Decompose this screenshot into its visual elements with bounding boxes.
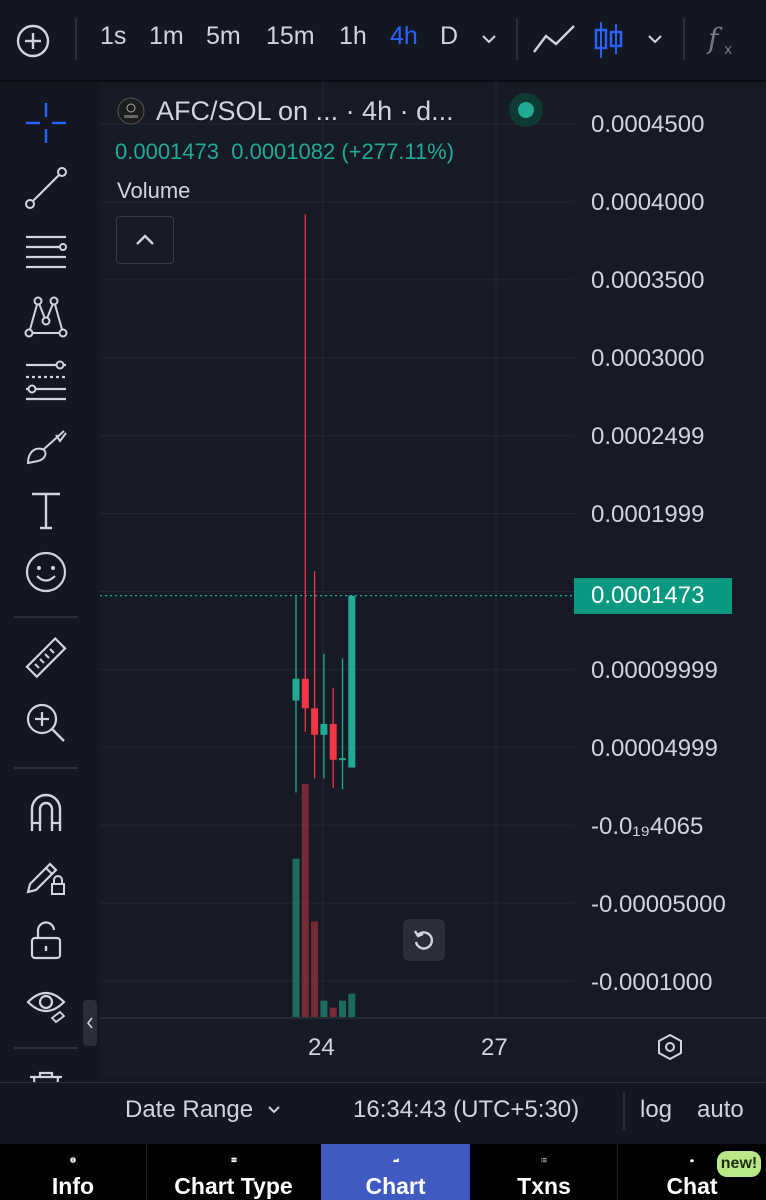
legend-close-value: 0.0001473	[115, 139, 219, 164]
ohlc-legend: 0.0001473 0.0001082 (+277.11%)	[115, 139, 454, 165]
y-tick-label: -0.00005000	[591, 891, 726, 918]
volume-bar	[320, 1000, 328, 1017]
tab-info[interactable]: Info	[0, 1144, 146, 1200]
candle-body	[311, 708, 319, 735]
collapse-legend-button[interactable]	[116, 216, 174, 264]
chat-bubble-icon	[690, 1159, 694, 1163]
tab-txns[interactable]: Txns	[471, 1144, 617, 1200]
volume-label: Volume	[117, 178, 191, 203]
y-tick-label: 0.0004000	[591, 189, 705, 216]
tab-label: Txns	[517, 1173, 571, 1199]
volume-bar	[348, 993, 356, 1017]
last-price-tag: 0.0001473	[574, 578, 732, 614]
tab-label: Chat	[666, 1173, 718, 1199]
new-badge: new!	[717, 1151, 761, 1177]
auto-scale-toggle[interactable]: auto	[697, 1096, 744, 1124]
live-status-dot-icon	[508, 92, 544, 133]
tab-label: Chart	[365, 1173, 426, 1199]
volume-bar	[339, 1000, 346, 1017]
symbol-title[interactable]: AFC/SOL on ... · 4h · d...	[156, 96, 454, 127]
x-tick-label: 24	[308, 1034, 335, 1061]
y-tick-label: 0.0003500	[591, 267, 705, 294]
y-tick-label: 0.0001999	[591, 501, 705, 528]
tab-chart-active[interactable]: Chart	[321, 1144, 470, 1200]
list-icon	[541, 1157, 547, 1163]
legend-change-value: 0.0001082 (+277.11%)	[231, 139, 455, 164]
y-tick-label: -0.0₁₉4065	[591, 813, 704, 840]
chart-settings-icon[interactable]	[656, 1033, 684, 1066]
y-tick-label: 0.0003000	[591, 345, 705, 372]
candle-body	[320, 723, 328, 735]
volume-bar	[301, 784, 309, 1017]
volume-bar	[311, 921, 319, 1017]
y-tick-label: 0.0002499	[591, 423, 705, 450]
volume-bar	[292, 858, 300, 1017]
clock-timezone[interactable]: 16:34:43 (UTC+5:30)	[353, 1096, 579, 1124]
reset-chart-button[interactable]	[403, 919, 445, 961]
tab-chart-type[interactable]: Chart Type	[147, 1144, 320, 1200]
layout-icon	[230, 1157, 237, 1163]
tab-label: Chart Type	[174, 1173, 293, 1199]
chevron-down-icon	[268, 1106, 280, 1114]
token-logo	[117, 97, 145, 130]
x-tick-label: 27	[481, 1034, 508, 1061]
chevron-up-icon	[136, 234, 154, 245]
info-icon	[70, 1157, 76, 1163]
candle-body	[348, 595, 356, 768]
date-range-selector[interactable]: Date Range	[125, 1096, 282, 1124]
y-tick-label: -0.0001000	[591, 969, 713, 996]
area-chart-icon	[392, 1158, 399, 1163]
y-tick-label: 0.0004500	[591, 111, 705, 138]
y-tick-label: 0.00009999	[591, 657, 718, 684]
bottom-nav: Info Chart Type Chart Txns Chat new!	[0, 1144, 766, 1200]
volume-bar	[329, 1007, 337, 1017]
date-range-label: Date Range	[125, 1096, 254, 1123]
reset-icon	[413, 930, 433, 950]
y-tick-label: 0.00004999	[591, 735, 718, 762]
candle-body	[339, 758, 346, 761]
log-scale-toggle[interactable]: log	[640, 1096, 672, 1124]
status-divider	[623, 1092, 625, 1130]
tab-label: Info	[51, 1173, 95, 1199]
candle-body	[292, 678, 300, 701]
candle-body	[301, 678, 309, 709]
candle-body	[329, 723, 337, 760]
